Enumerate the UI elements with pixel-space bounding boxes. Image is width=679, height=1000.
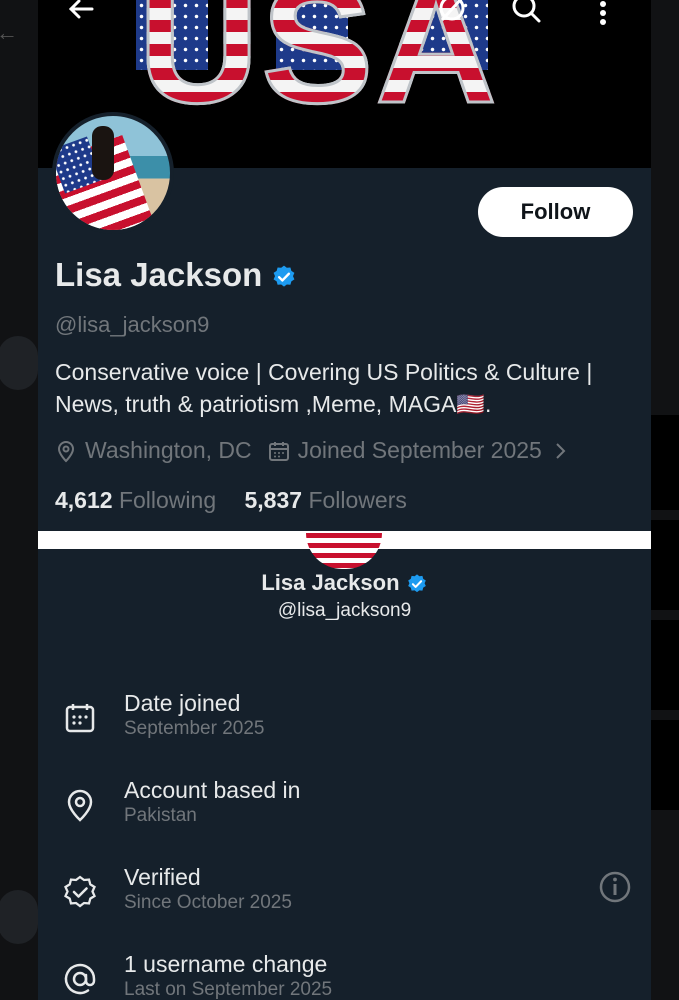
followers-label: Followers bbox=[308, 487, 407, 513]
profile-card: USA Follow Lisa Jackson @lisa_jackson9 C… bbox=[38, 0, 651, 1000]
back-arrow-ghost-icon: ← bbox=[0, 20, 18, 45]
about-row-title: 1 username change bbox=[124, 951, 328, 977]
background-feed-left: ← bbox=[0, 0, 38, 1000]
profile-handle: @lisa_jackson9 bbox=[55, 312, 210, 337]
location-pin-icon bbox=[67, 789, 93, 822]
verified-badge-icon bbox=[64, 875, 96, 908]
profile-location: Washington, DC bbox=[85, 437, 252, 463]
about-row-title: Date joined bbox=[124, 690, 241, 716]
following-link[interactable]: 4,612 Following bbox=[55, 487, 216, 513]
info-icon[interactable] bbox=[598, 870, 632, 904]
about-name-row: Lisa Jackson bbox=[38, 570, 651, 596]
background-feed-right bbox=[651, 0, 679, 1000]
followers-link[interactable]: 5,837 Followers bbox=[245, 487, 407, 513]
about-row-sub: Last on September 2025 bbox=[124, 979, 333, 1000]
about-row-username-change: 1 username change Last on September 2025 bbox=[62, 951, 632, 1000]
about-avatar bbox=[306, 533, 382, 569]
about-name: Lisa Jackson bbox=[261, 570, 400, 595]
followers-count: 5,837 bbox=[244, 487, 303, 513]
about-row-title: Verified bbox=[124, 864, 201, 890]
calendar-icon bbox=[65, 704, 95, 733]
about-row-date-joined: Date joined September 2025 bbox=[62, 690, 632, 750]
profile-name-row: Lisa Jackson bbox=[55, 256, 297, 294]
about-row-sub: Pakistan bbox=[124, 805, 197, 826]
verified-badge-icon[interactable] bbox=[271, 264, 297, 290]
verified-badge-icon bbox=[407, 574, 426, 593]
background-avatar bbox=[0, 336, 38, 390]
following-label: Following bbox=[118, 487, 217, 513]
profile-stats: 4,612 Following 5,837 Followers bbox=[55, 487, 407, 514]
grok-icon[interactable] bbox=[436, 0, 468, 29]
profile-joined: Joined September 2025 bbox=[297, 437, 542, 463]
profile-bio: Conservative voice | Covering US Politic… bbox=[55, 359, 593, 417]
about-row-sub: September 2025 bbox=[124, 718, 265, 739]
background-avatar bbox=[0, 890, 38, 944]
about-row-title: Account based in bbox=[124, 777, 301, 803]
back-arrow-icon[interactable] bbox=[66, 0, 96, 29]
at-sign-icon bbox=[64, 963, 96, 995]
profile-name: Lisa Jackson bbox=[55, 256, 263, 293]
about-handle: @lisa_jackson9 bbox=[277, 600, 412, 621]
search-icon[interactable] bbox=[510, 0, 542, 29]
profile-meta: Washington, DC Joined September 2025 bbox=[55, 437, 576, 464]
follow-button[interactable]: Follow bbox=[478, 187, 633, 237]
location-icon bbox=[55, 439, 77, 463]
more-options-icon[interactable] bbox=[591, 0, 615, 33]
about-row-account-based: Account based in Pakistan bbox=[62, 777, 632, 837]
following-count: 4,612 bbox=[55, 487, 113, 513]
chevron-right-icon[interactable] bbox=[554, 441, 568, 461]
calendar-icon bbox=[268, 440, 290, 462]
about-row-verified: Verified Since October 2025 bbox=[62, 864, 632, 924]
avatar[interactable] bbox=[52, 112, 174, 234]
about-row-sub: Since October 2025 bbox=[124, 892, 292, 913]
